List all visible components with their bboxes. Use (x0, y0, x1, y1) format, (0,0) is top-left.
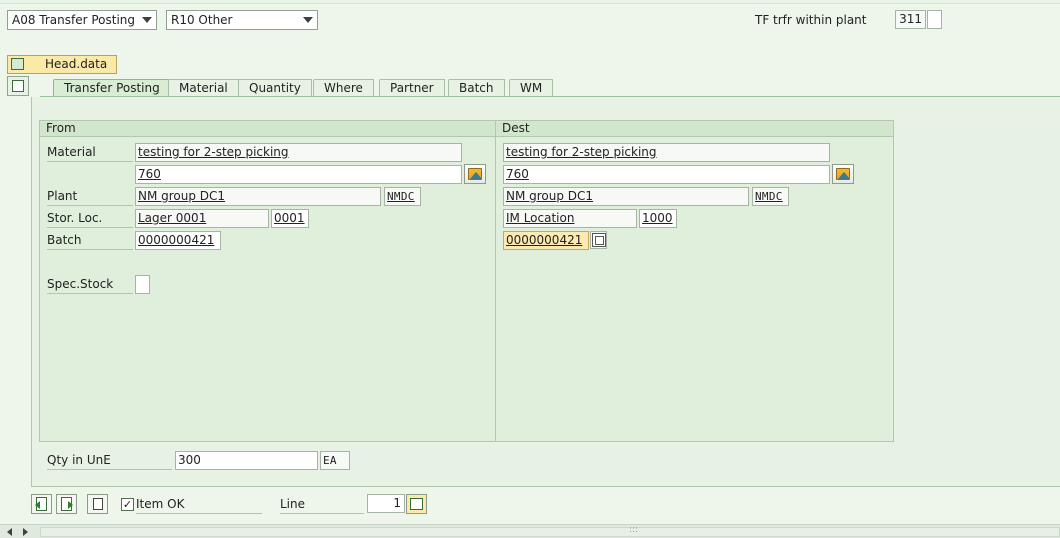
batch-copy-button[interactable] (590, 231, 607, 249)
movement-type-dropdown[interactable]: A08 Transfer Posting (7, 10, 157, 30)
tab-material[interactable]: Material (168, 79, 239, 97)
copy-icon (93, 498, 103, 510)
expand-items-button[interactable] (7, 76, 29, 96)
image-icon (468, 168, 482, 180)
spec-stock-label: Spec.Stock (47, 275, 133, 294)
item-ok-checkbox[interactable]: ✓ (121, 498, 134, 511)
head-data-label: Head.data (45, 57, 108, 71)
scroll-left-icon[interactable] (7, 528, 12, 536)
batch-label: Batch (47, 231, 133, 250)
arrow-left-icon (35, 501, 40, 509)
qty-unit-field[interactable]: EA (320, 451, 350, 470)
tab-partner[interactable]: Partner (379, 79, 445, 97)
sloc-label: Stor. Loc. (47, 209, 133, 228)
tab-batch[interactable]: Batch (448, 79, 505, 97)
from-material-image-button[interactable] (464, 164, 486, 184)
top-strip (0, 0, 1060, 4)
material-label: Material (47, 143, 133, 162)
from-batch-field[interactable]: 0000000421 (135, 231, 221, 250)
from-material-desc[interactable]: testing for 2-step picking (135, 143, 462, 162)
line-label: Line (280, 495, 364, 514)
goto-icon (410, 498, 423, 510)
from-panel-title: From (40, 121, 495, 137)
from-sloc-name[interactable]: Lager 0001 (135, 209, 269, 228)
chevron-down-icon (303, 17, 313, 23)
qty-field[interactable]: 300 (175, 451, 318, 470)
folder-icon (11, 58, 24, 70)
scroll-grip: ::: (629, 525, 639, 535)
chevron-down-icon (142, 17, 152, 23)
go-to-line-button[interactable] (406, 494, 427, 514)
from-sloc-code[interactable]: 0001 (271, 209, 309, 228)
next-item-button[interactable] (56, 494, 77, 514)
head-data-button[interactable]: Head.data (7, 55, 117, 74)
line-field[interactable]: 1 (367, 494, 405, 513)
reason-value: R10 Other (171, 13, 233, 27)
qty-label: Qty in UnE (47, 451, 172, 470)
dest-plant-code[interactable]: NMDC (752, 187, 789, 206)
from-material-number[interactable]: 760 (135, 165, 462, 184)
plant-label: Plant (47, 187, 133, 206)
item-ok-label: Item OK (136, 495, 262, 514)
image-icon (836, 168, 850, 180)
dest-plant-name[interactable]: NM group DC1 (503, 187, 749, 206)
dest-batch-field[interactable]: 0000000421 (503, 231, 589, 250)
from-plant-name[interactable]: NM group DC1 (135, 187, 381, 206)
tf-extra-field[interactable] (927, 10, 942, 29)
tree-icon (12, 80, 24, 92)
tab-where[interactable]: Where (313, 79, 374, 97)
reason-dropdown[interactable]: R10 Other (166, 10, 318, 30)
spec-stock-field[interactable] (135, 275, 150, 294)
copy-item-button[interactable] (87, 494, 108, 514)
prev-item-button[interactable] (31, 494, 52, 514)
dest-panel-title: Dest (496, 121, 893, 137)
horizontal-scrollbar[interactable]: ::: (40, 525, 1060, 537)
copy-icon (592, 233, 606, 247)
from-plant-code[interactable]: NMDC (384, 187, 421, 206)
dest-material-number[interactable]: 760 (503, 165, 830, 184)
tf-movement-field[interactable]: 311 (895, 10, 926, 29)
dest-sloc-code[interactable]: 1000 (639, 209, 677, 228)
tab-wm[interactable]: WM (509, 79, 554, 97)
scroll-right-icon[interactable] (23, 528, 28, 536)
tab-quantity[interactable]: Quantity (238, 79, 312, 97)
arrow-right-icon (68, 501, 73, 509)
tf-label: TF trfr within plant (755, 13, 867, 27)
dest-sloc-name[interactable]: IM Location (503, 209, 637, 228)
dest-material-desc[interactable]: testing for 2-step picking (503, 143, 830, 162)
dest-material-image-button[interactable] (832, 164, 854, 184)
movement-type-value: A08 Transfer Posting (12, 13, 136, 27)
